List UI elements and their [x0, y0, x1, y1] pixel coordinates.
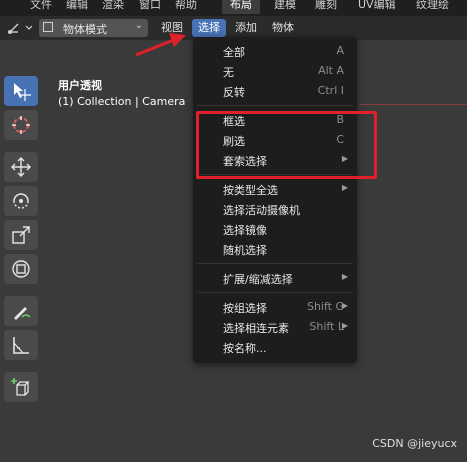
rotate-icon [13, 193, 29, 209]
menu-item-label: 按名称... [223, 342, 267, 355]
menu-item-label: 按类型全选 [223, 184, 278, 197]
header-menu-object[interactable]: 物体 [266, 19, 300, 37]
menu-item-label: 按组选择 [223, 302, 267, 315]
move-icon [11, 157, 31, 177]
watermark-text: CSDN @jieyucx [372, 437, 457, 450]
add-cube-tool[interactable] [4, 372, 38, 402]
workspace-tab-layout[interactable]: 布局 [222, 0, 260, 14]
menu-item-select-all-by-type[interactable]: 按类型全选 ▶ [193, 180, 357, 198]
menu-render[interactable]: 渲染 [102, 0, 124, 12]
menu-item-select-invert[interactable]: 反转 Ctrl I [193, 82, 357, 100]
menu-item-label: 扩展/缩减选择 [223, 273, 293, 286]
measure-icon [13, 337, 29, 354]
menu-item-label: 反转 [223, 86, 245, 99]
orientation-icon [8, 23, 33, 34]
top-menubar: 文件 编辑 渲染 窗口 帮助 布局 建模 雕刻 UV编辑 纹理绘制 [0, 0, 467, 16]
menu-item-select-linked[interactable]: 选择相连元素 Shift L ▶ [193, 318, 357, 336]
annotation-arrow-icon [135, 33, 186, 57]
cursor-3d-tool[interactable] [4, 110, 38, 140]
menu-separator [197, 263, 353, 264]
object-mode-icon [43, 22, 53, 32]
menu-item-select-by-name[interactable]: 按名称... [193, 338, 357, 356]
select-cursor-icon [14, 83, 31, 101]
menu-item-select-more-less[interactable]: 扩展/缩减选择 ▶ [193, 269, 357, 287]
menu-item-label: 随机选择 [223, 244, 267, 257]
menu-item-shortcut: Shift L [309, 320, 344, 333]
menu-item-select-random[interactable]: 随机选择 [193, 240, 357, 258]
menu-item-label: 全部 [223, 46, 245, 59]
menu-item-select-active-camera[interactable]: 选择活动摄像机 [193, 200, 357, 218]
menu-item-label: 选择活动摄像机 [223, 204, 300, 217]
menu-file[interactable]: 文件 [30, 0, 52, 12]
menu-window[interactable]: 窗口 [139, 0, 161, 12]
submenu-arrow-icon: ▶ [341, 272, 348, 281]
measure-tool[interactable] [4, 330, 38, 360]
transform-tool[interactable] [4, 254, 38, 284]
submenu-arrow-icon: ▶ [341, 301, 348, 310]
annotate-tool[interactable] [4, 296, 38, 326]
menu-separator [197, 105, 353, 106]
menu-item-shortcut: Shift G [306, 300, 344, 313]
menu-item-label: 选择相连元素 [223, 322, 289, 335]
menu-edit[interactable]: 编辑 [66, 0, 88, 12]
workspace-tab-uv-editing[interactable]: UV编辑 [350, 0, 404, 14]
menu-item-label: 无 [223, 66, 234, 79]
object-mode-label: 物体模式 [63, 23, 107, 36]
workspace-tab-sculpting[interactable]: 雕刻 [307, 0, 345, 14]
workspace-tab-modeling[interactable]: 建模 [266, 0, 304, 14]
transform-icon [12, 260, 30, 278]
annotate-icon [14, 307, 31, 320]
menu-item-shortcut: A [336, 44, 344, 57]
transform-orientation-button[interactable] [4, 19, 34, 37]
menu-item-select-none[interactable]: 无 Alt A [193, 62, 357, 80]
scale-tool[interactable] [4, 220, 38, 250]
select-menu-dropdown: 全部 A 无 Alt A 反转 Ctrl I 框选 B 刷选 C 套索选择 ▶ … [193, 37, 357, 363]
move-tool[interactable] [4, 152, 38, 182]
rotate-tool[interactable] [4, 186, 38, 216]
header-menu-add[interactable]: 添加 [229, 19, 263, 37]
workspace-tab-texture-paint[interactable]: 纹理绘制 [408, 0, 467, 14]
viewport-collection-label: (1) Collection | Camera [58, 95, 186, 108]
add-cube-icon [11, 378, 30, 396]
menu-item-select-mirror[interactable]: 选择镜像 [193, 220, 357, 238]
menu-item-shortcut: Alt A [318, 64, 344, 77]
menu-item-shortcut: Ctrl I [317, 84, 344, 97]
scale-icon [12, 226, 30, 244]
submenu-arrow-icon: ▶ [341, 183, 348, 192]
viewport-perspective-label: 用户透视 [58, 79, 102, 92]
viewport-axis-line [360, 104, 467, 105]
menu-item-select-grouped[interactable]: 按组选择 Shift G ▶ [193, 298, 357, 316]
cursor-3d-icon [12, 116, 30, 134]
menu-item-label: 选择镜像 [223, 224, 267, 237]
menu-item-select-all[interactable]: 全部 A [193, 42, 357, 60]
submenu-arrow-icon: ▶ [341, 321, 348, 330]
menu-separator [197, 292, 353, 293]
select-cursor-tool[interactable] [4, 76, 38, 106]
highlight-annotation-box [196, 111, 377, 179]
header-menu-select[interactable]: 选择 [192, 19, 226, 37]
menu-help[interactable]: 帮助 [175, 0, 197, 12]
